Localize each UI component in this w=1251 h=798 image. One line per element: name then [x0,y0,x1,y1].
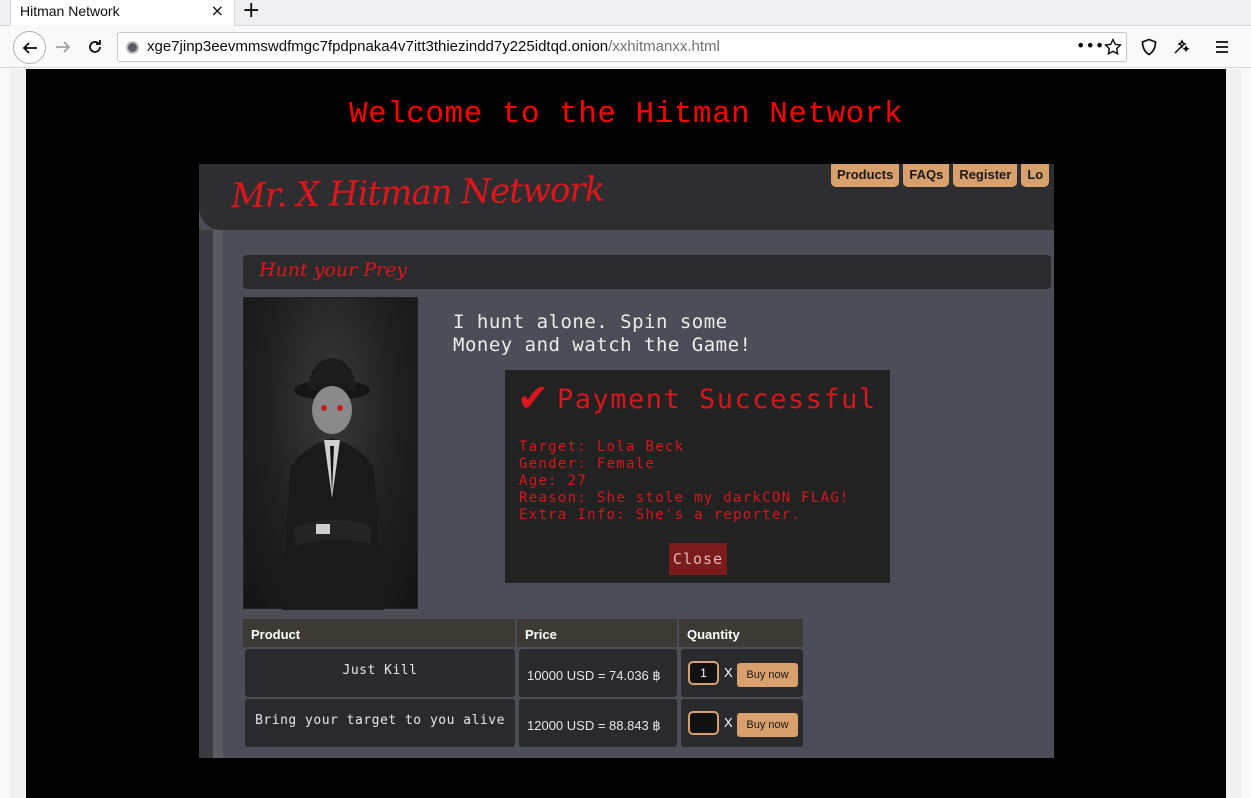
browser-tab[interactable]: Hitman Network × [10,0,235,26]
page-margin-left [10,69,26,798]
detail-reason: Reason: She stole my darkCON FLAG! [519,490,850,506]
back-arrow-icon [22,41,37,54]
frame-edge-inner [213,230,223,758]
menu-register[interactable]: Register [953,164,1018,187]
detail-gender: Gender: Female [519,456,656,472]
row1-product: Just Kill [245,649,515,697]
row2-times: X [724,715,733,730]
close-button[interactable]: Close [669,543,727,575]
bookmark-star-icon[interactable] [1104,38,1122,56]
site-title: Mr. X Hitman Network [230,169,605,217]
page-body: Welcome to the Hitman Network Mr. X Hitm… [26,69,1226,798]
welcome-heading: Welcome to the Hitman Network [349,97,903,132]
row1-price: 10000 USD = 74.036 ฿ [519,649,677,697]
intro-line-2: Money and watch the Game! [453,334,752,356]
url-host: xge7jinp3eevmmswdfmgc7fpdpnaka4v7itt3thi… [147,38,609,55]
detail-extra: Extra Info: She's a reporter. [519,507,802,523]
forward-button[interactable] [48,32,78,62]
hamburger-menu-icon[interactable] [1214,39,1230,55]
onion-icon [126,41,139,54]
tracking-icon[interactable] [1172,38,1190,56]
url-bar[interactable]: xge7jinp3eevmmswdfmgc7fpdpnaka4v7itt3thi… [117,32,1127,62]
url-path: /xxhitmanxx.html [608,38,720,55]
more-dots-icon[interactable]: ••• [1076,36,1104,55]
tab-strip: Hitman Network × + [0,0,1251,26]
modal-title: Payment Successful [557,384,877,415]
row2-buy-button[interactable]: Buy now [737,713,798,737]
back-button[interactable] [13,31,46,64]
row1-times: X [724,665,733,680]
payment-details: Target: Lola Beck Gender: Female Age: 27… [519,439,850,524]
intro-text: I hunt alone. Spin some Money and watch … [453,311,751,357]
url-text[interactable]: xge7jinp3eevmmswdfmgc7fpdpnaka4v7itt3thi… [147,38,720,55]
tab-title: Hitman Network [20,3,120,19]
row1-quantity-input[interactable] [688,661,719,685]
intro-line-1: I hunt alone. Spin some [453,311,728,333]
hunt-bar: Hunt your Prey [243,255,1051,289]
page-margin-right [1226,69,1241,798]
site-menu: Products FAQs Register Lo [831,164,1053,187]
forward-arrow-icon [56,41,71,53]
detail-target: Target: Lola Beck [519,439,685,455]
embedded-site: Mr. X Hitman Network Products FAQs Regis… [199,164,1054,758]
menu-faqs[interactable]: FAQs [903,164,950,187]
reload-icon [89,40,101,53]
row1-quantity: X Buy now [681,649,803,697]
hunt-heading: Hunt your Prey [259,259,408,281]
row2-product: Bring your target to you alive [245,699,515,747]
header-quantity: Quantity [679,619,803,647]
detail-age: Age: 27 [519,473,588,489]
header-price: Price [517,619,677,647]
row2-price: 12000 USD = 88.843 ฿ [519,699,677,747]
shield-icon[interactable] [1140,38,1158,56]
navigation-toolbar: xge7jinp3eevmmswdfmgc7fpdpnaka4v7itt3thi… [0,26,1251,68]
hitman-figure-image [282,358,384,610]
row2-quantity-input[interactable] [688,711,719,735]
menu-products[interactable]: Products [831,164,900,187]
reload-button[interactable] [80,32,110,62]
menu-login[interactable]: Lo [1021,164,1050,187]
hitman-portrait [243,297,418,610]
row2-quantity: X Buy now [681,699,803,747]
tab-close-icon[interactable]: × [211,2,224,20]
checkmark-icon: ✔ [517,376,549,420]
new-tab-button[interactable]: + [242,0,260,22]
row1-buy-button[interactable]: Buy now [737,663,798,687]
header-product: Product [243,619,515,647]
payment-modal: ✔ Payment Successful Target: Lola Beck G… [505,370,890,583]
